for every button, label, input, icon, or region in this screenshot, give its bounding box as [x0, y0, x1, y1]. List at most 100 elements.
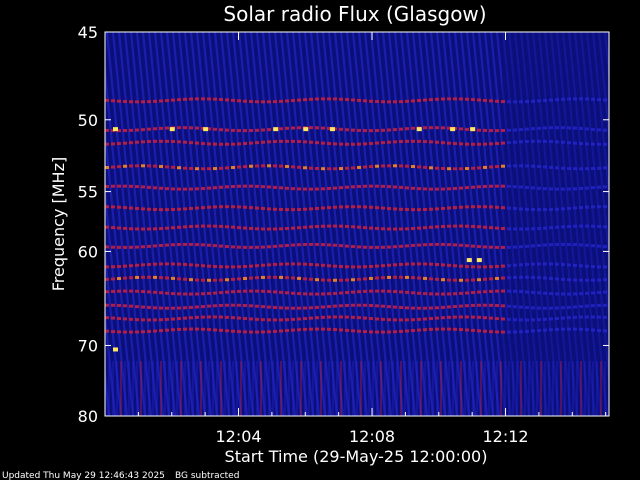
band-segment [555, 166, 559, 170]
band-segment [579, 304, 583, 308]
band-segment [405, 329, 409, 333]
band-segment [159, 99, 163, 103]
band-segment [189, 327, 193, 331]
band-segment [177, 140, 181, 144]
band-segment [531, 139, 535, 143]
band-segment [297, 126, 301, 130]
band-segment [165, 208, 169, 212]
band-segment [489, 245, 493, 249]
band-segment [369, 184, 373, 188]
band-segment [591, 205, 595, 209]
band-segment [555, 187, 559, 191]
band-segment [369, 226, 373, 230]
band-segment [345, 278, 349, 282]
band-segment [237, 129, 241, 133]
band-segment [537, 186, 541, 190]
band-segment [279, 329, 283, 333]
band-segment [105, 128, 109, 132]
band-segment [477, 185, 481, 189]
band-segment [315, 263, 319, 267]
band-segment [363, 289, 367, 293]
band-segment [447, 278, 451, 282]
band-segment [195, 278, 199, 282]
band-segment [285, 139, 289, 143]
band-segment [249, 264, 253, 268]
band-segment [579, 243, 583, 247]
band-segment [309, 207, 313, 211]
band-segment [291, 165, 295, 169]
band-segment [537, 262, 541, 266]
band-segment [483, 225, 487, 229]
band-segment [597, 315, 601, 319]
band-segment [543, 187, 547, 191]
band-segment [585, 264, 589, 268]
band-segment [525, 127, 529, 131]
band-segment [351, 303, 355, 307]
band-segment [315, 316, 319, 320]
band-segment [309, 97, 313, 101]
band-segment [441, 316, 445, 320]
band-segment [129, 100, 133, 104]
band-segment [153, 164, 157, 168]
band-segment [399, 318, 403, 322]
band-segment [375, 164, 379, 168]
band-segment [183, 207, 187, 211]
band-segment [327, 243, 331, 247]
band-segment [315, 224, 319, 228]
band-segment [303, 292, 307, 296]
band-segment [309, 187, 313, 191]
band-segment [291, 243, 295, 247]
band-segment [267, 128, 271, 132]
band-segment [405, 275, 409, 279]
band-segment [327, 206, 331, 210]
band-segment [135, 263, 139, 267]
band-segment [333, 186, 337, 190]
band-segment [555, 277, 559, 281]
band-segment [489, 142, 493, 146]
band-segment [393, 318, 397, 322]
band-segment [513, 318, 517, 322]
band-segment [525, 329, 529, 333]
band-segment [267, 227, 271, 231]
band-segment [417, 226, 421, 230]
band-segment [537, 165, 541, 169]
band-segment [327, 167, 331, 171]
band-segment [591, 328, 595, 332]
band-segment [507, 128, 511, 132]
band-segment [591, 304, 595, 308]
band-segment [165, 276, 169, 280]
band-segment [279, 164, 283, 168]
band-segment [117, 264, 121, 268]
band-segment [501, 100, 505, 104]
band-segment [597, 166, 601, 170]
band-segment [417, 165, 421, 169]
band-segment [471, 185, 475, 189]
band-segment [537, 126, 541, 130]
band-segment [237, 165, 241, 169]
band-segment [129, 206, 133, 210]
band-segment [201, 327, 205, 331]
band-segment [507, 330, 511, 334]
band-segment [591, 265, 595, 269]
band-segment [567, 327, 571, 331]
band-segment [507, 184, 511, 188]
band-segment [495, 129, 499, 133]
band-segment [183, 97, 187, 101]
band-segment [459, 186, 463, 190]
band-segment [297, 306, 301, 310]
band-segment [219, 224, 223, 228]
band-segment [141, 275, 145, 279]
band-segment [477, 225, 481, 229]
band-segment [249, 330, 253, 334]
band-segment [561, 316, 565, 320]
band-segment [219, 303, 223, 307]
band-segment [123, 141, 127, 145]
band-segment [123, 276, 127, 280]
band-segment [351, 245, 355, 249]
band-segment [585, 186, 589, 190]
band-segment [309, 277, 313, 281]
band-segment [345, 205, 349, 209]
band-segment [441, 206, 445, 210]
band-segment [219, 185, 223, 189]
band-segment [285, 291, 289, 295]
